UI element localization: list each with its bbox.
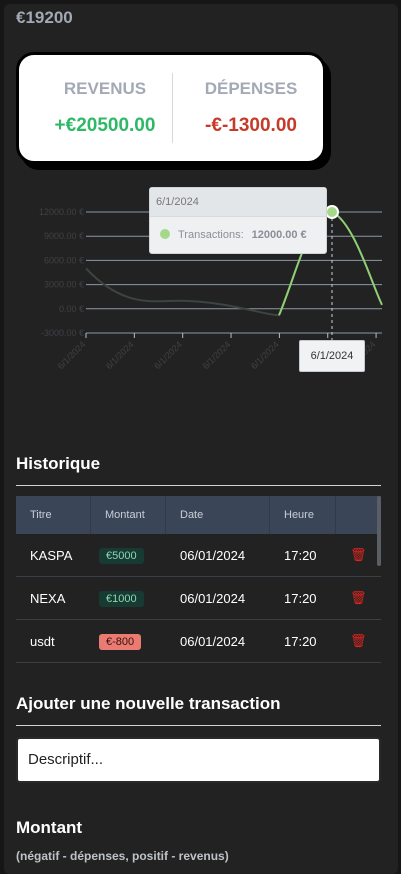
- history-divider: [16, 485, 381, 486]
- summary-card: REVENUS +€20500.00 DÉPENSES -€-1300.00: [16, 52, 326, 164]
- trash-icon[interactable]: 🗑︎: [350, 590, 367, 605]
- row-montant: €5000: [91, 547, 166, 564]
- row-date: 06/01/2024: [180, 590, 246, 606]
- history-table: Titre Montant Date Heure KASPA €5000 06/…: [16, 496, 381, 663]
- col-titre[interactable]: Titre: [16, 496, 91, 534]
- amount-badge: €-800: [99, 633, 142, 650]
- x-tick-label: 6/1/2024: [152, 339, 184, 371]
- row-date: 06/01/2024: [180, 633, 246, 649]
- delete-button[interactable]: 🗑︎: [336, 590, 381, 606]
- x-tick-label: 6/1/2024: [56, 339, 88, 371]
- tooltip-value: 12000.00 €: [251, 229, 307, 241]
- chart-tooltip: 6/1/2024 Transactions: 12000.00 €: [149, 187, 327, 254]
- row-heure: 17:20: [284, 547, 317, 563]
- crosshair-label: 6/1/2024: [299, 340, 365, 372]
- amount-badge: €5000: [99, 547, 144, 564]
- descriptif-input[interactable]: Descriptif...: [16, 737, 381, 783]
- row-montant: €1000: [91, 590, 166, 607]
- y-tick-label: 9000.00 €: [44, 231, 84, 241]
- row-date: 06/01/2024: [180, 547, 246, 563]
- add-divider: [16, 725, 381, 726]
- row-titre: NEXA: [30, 590, 66, 606]
- revenus-value: +€20500.00: [54, 115, 156, 136]
- add-transaction-title: Ajouter une nouvelle transaction: [16, 694, 281, 713]
- delete-button[interactable]: 🗑︎: [336, 633, 381, 649]
- y-tick-label: 3000.00 €: [44, 280, 84, 290]
- table-header: Titre Montant Date Heure: [16, 496, 381, 534]
- row-montant: €-800: [91, 633, 166, 650]
- col-date[interactable]: Date: [166, 496, 270, 534]
- revenus-block: REVENUS +€20500.00: [29, 79, 181, 137]
- x-tick-label: 6/1/2024: [249, 339, 281, 371]
- revenus-label: REVENUS: [63, 79, 147, 98]
- trash-icon[interactable]: 🗑︎: [350, 633, 367, 648]
- tooltip-body: Transactions: 12000.00 €: [150, 217, 326, 241]
- y-tick-label: 12000.00 €: [39, 207, 84, 217]
- delete-button[interactable]: 🗑︎: [336, 547, 381, 563]
- table-row: usdt €-800 06/01/2024 17:20 🗑︎: [16, 620, 381, 663]
- app-panel: €19200 REVENUS +€20500.00 DÉPENSES -€-13…: [4, 4, 398, 874]
- table-row: KASPA €5000 06/01/2024 17:20 🗑︎: [16, 534, 381, 577]
- row-titre: KASPA: [30, 547, 73, 563]
- series-dot-icon: [160, 229, 170, 239]
- row-heure: 17:20: [284, 590, 317, 606]
- y-tick-label: -3000.00 €: [41, 328, 84, 338]
- tooltip-date: 6/1/2024: [150, 188, 326, 217]
- y-tick-label: 0.00 €: [59, 304, 84, 314]
- montant-note: (négatif - dépenses, positif - revenus): [16, 849, 229, 863]
- tooltip-series: Transactions:: [178, 229, 244, 241]
- x-tick-label: 6/1/2024: [104, 339, 136, 371]
- montant-title: Montant: [16, 818, 83, 837]
- col-actions: [336, 496, 381, 534]
- summary-divider: [172, 73, 173, 143]
- balance-total: €19200: [16, 8, 73, 27]
- depenses-value: -€-1300.00: [205, 115, 297, 136]
- table-scrollbar[interactable]: [377, 496, 381, 566]
- trash-icon[interactable]: 🗑︎: [350, 547, 367, 562]
- col-montant[interactable]: Montant: [91, 496, 166, 534]
- active-point: [325, 205, 339, 219]
- row-titre: usdt: [30, 633, 55, 649]
- amount-badge: €1000: [99, 590, 144, 607]
- y-tick-label: 6000.00 €: [44, 255, 84, 265]
- history-title: Historique: [16, 454, 101, 473]
- depenses-label: DÉPENSES: [204, 79, 298, 98]
- x-tick-label: 6/1/2024: [201, 339, 233, 371]
- col-heure[interactable]: Heure: [270, 496, 336, 534]
- table-row: NEXA €1000 06/01/2024 17:20 🗑︎: [16, 577, 381, 620]
- depenses-block: DÉPENSES -€-1300.00: [175, 79, 327, 137]
- row-heure: 17:20: [284, 633, 317, 649]
